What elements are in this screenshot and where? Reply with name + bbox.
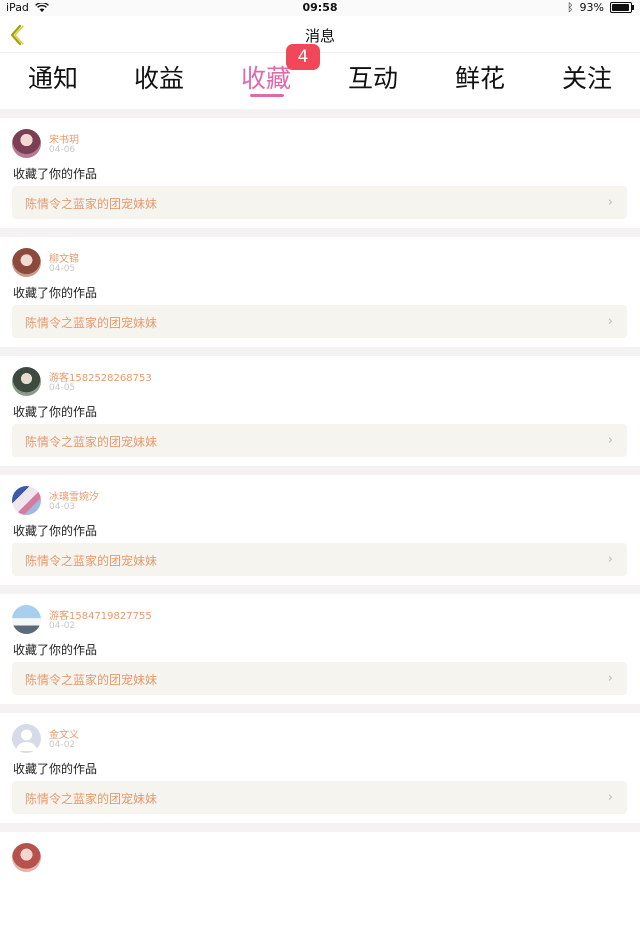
action-text: 收藏了你的作品: [13, 524, 98, 538]
timestamp: 04-06: [49, 145, 76, 155]
avatar[interactable]: [12, 724, 41, 753]
chevron-right-icon: ›: [607, 671, 613, 686]
work-link[interactable]: 陈情令之蓝家的团宠妹妹 ›: [12, 543, 627, 576]
work-title: 陈情令之蓝家的团宠妹妹: [25, 554, 158, 568]
avatar[interactable]: [12, 367, 41, 396]
status-time: 09:58: [302, 1, 338, 14]
avatar[interactable]: [12, 843, 41, 872]
tab-earnings[interactable]: 收益: [106, 59, 212, 95]
avatar[interactable]: [12, 486, 41, 515]
tab-notifications[interactable]: 通知: [0, 59, 106, 95]
timestamp: 04-02: [49, 621, 76, 631]
username[interactable]: 冰璃雪婉汐: [49, 488, 99, 503]
timestamp: 04-03: [49, 502, 76, 512]
battery-level: [612, 4, 629, 11]
tab-bar: 通知 收益 收藏 互动 鲜花 关注 4: [0, 44, 640, 109]
work-title: 陈情令之蓝家的团宠妹妹: [25, 316, 158, 330]
tab-interactions[interactable]: 互动: [320, 59, 426, 95]
list-divider: [0, 228, 640, 237]
username[interactable]: 柳文锦: [49, 250, 79, 265]
list-divider: [0, 347, 640, 356]
chevron-right-icon: ›: [607, 314, 613, 329]
list-divider: [0, 466, 640, 475]
work-link[interactable]: 陈情令之蓝家的团宠妹妹 ›: [12, 781, 627, 814]
list-item: 冰璃雪婉汐 04-03 收藏了你的作品 陈情令之蓝家的团宠妹妹 ›: [0, 475, 640, 585]
chevron-right-icon: ›: [607, 790, 613, 805]
username[interactable]: 游客1582528268753: [49, 369, 152, 384]
avatar[interactable]: [12, 248, 41, 277]
timestamp: 04-05: [49, 383, 76, 393]
avatar[interactable]: [12, 129, 41, 158]
work-title: 陈情令之蓝家的团宠妹妹: [25, 792, 158, 806]
list-item: 柳文锦 04-05 收藏了你的作品 陈情令之蓝家的团宠妹妹 ›: [0, 237, 640, 347]
tab-follow[interactable]: 关注: [534, 59, 640, 95]
list-divider: [0, 109, 640, 118]
page-title: 消息: [304, 27, 335, 45]
work-link[interactable]: 陈情令之蓝家的团宠妹妹 ›: [12, 662, 627, 695]
chevron-right-icon: ›: [607, 433, 613, 448]
chevron-right-icon: ›: [607, 552, 613, 567]
username[interactable]: 金文义: [49, 726, 79, 741]
action-text: 收藏了你的作品: [13, 286, 98, 300]
bluetooth-icon: ᛒ: [566, 1, 574, 14]
work-link[interactable]: 陈情令之蓝家的团宠妹妹 ›: [12, 186, 627, 219]
list-item: 游客1582528268753 04-05 收藏了你的作品 陈情令之蓝家的团宠妹…: [0, 356, 640, 466]
work-title: 陈情令之蓝家的团宠妹妹: [25, 197, 158, 211]
active-tab-indicator: [250, 94, 284, 97]
action-text: 收藏了你的作品: [13, 167, 98, 181]
action-text: 收藏了你的作品: [13, 405, 98, 419]
list-divider: [0, 704, 640, 713]
avatar[interactable]: [12, 605, 41, 634]
notification-list: 宋书玥 04-06 收藏了你的作品 陈情令之蓝家的团宠妹妹 › 柳文锦 04-0…: [0, 109, 640, 942]
list-item: 游客1584719827755 04-02 收藏了你的作品 陈情令之蓝家的团宠妹…: [0, 594, 640, 704]
list-item: 宋书玥 04-06 收藏了你的作品 陈情令之蓝家的团宠妹妹 ›: [0, 118, 640, 228]
tab-flowers[interactable]: 鲜花: [427, 59, 533, 95]
list-divider: [0, 823, 640, 832]
timestamp: 04-02: [49, 740, 76, 750]
status-bar: iPad 09:58 ᛒ 93%: [0, 0, 640, 16]
work-link[interactable]: 陈情令之蓝家的团宠妹妹 ›: [12, 424, 627, 457]
action-text: 收藏了你的作品: [13, 643, 98, 657]
action-text: 收藏了你的作品: [13, 762, 98, 776]
username[interactable]: 宋书玥: [49, 131, 79, 146]
unread-badge: 4: [286, 44, 320, 70]
timestamp: 04-05: [49, 264, 76, 274]
list-divider: [0, 585, 640, 594]
default-user-icon: [16, 729, 37, 751]
nav-bar: 消息: [0, 16, 640, 53]
battery-percent: 93%: [579, 1, 604, 14]
work-title: 陈情令之蓝家的团宠妹妹: [25, 435, 158, 449]
list-item-partial: [0, 832, 640, 942]
chevron-right-icon: ›: [607, 195, 613, 210]
work-title: 陈情令之蓝家的团宠妹妹: [25, 673, 158, 687]
work-link[interactable]: 陈情令之蓝家的团宠妹妹 ›: [12, 305, 627, 338]
list-item: 金文义 04-02 收藏了你的作品 陈情令之蓝家的团宠妹妹 ›: [0, 713, 640, 823]
battery-icon: [610, 2, 634, 13]
username[interactable]: 游客1584719827755: [49, 607, 152, 622]
